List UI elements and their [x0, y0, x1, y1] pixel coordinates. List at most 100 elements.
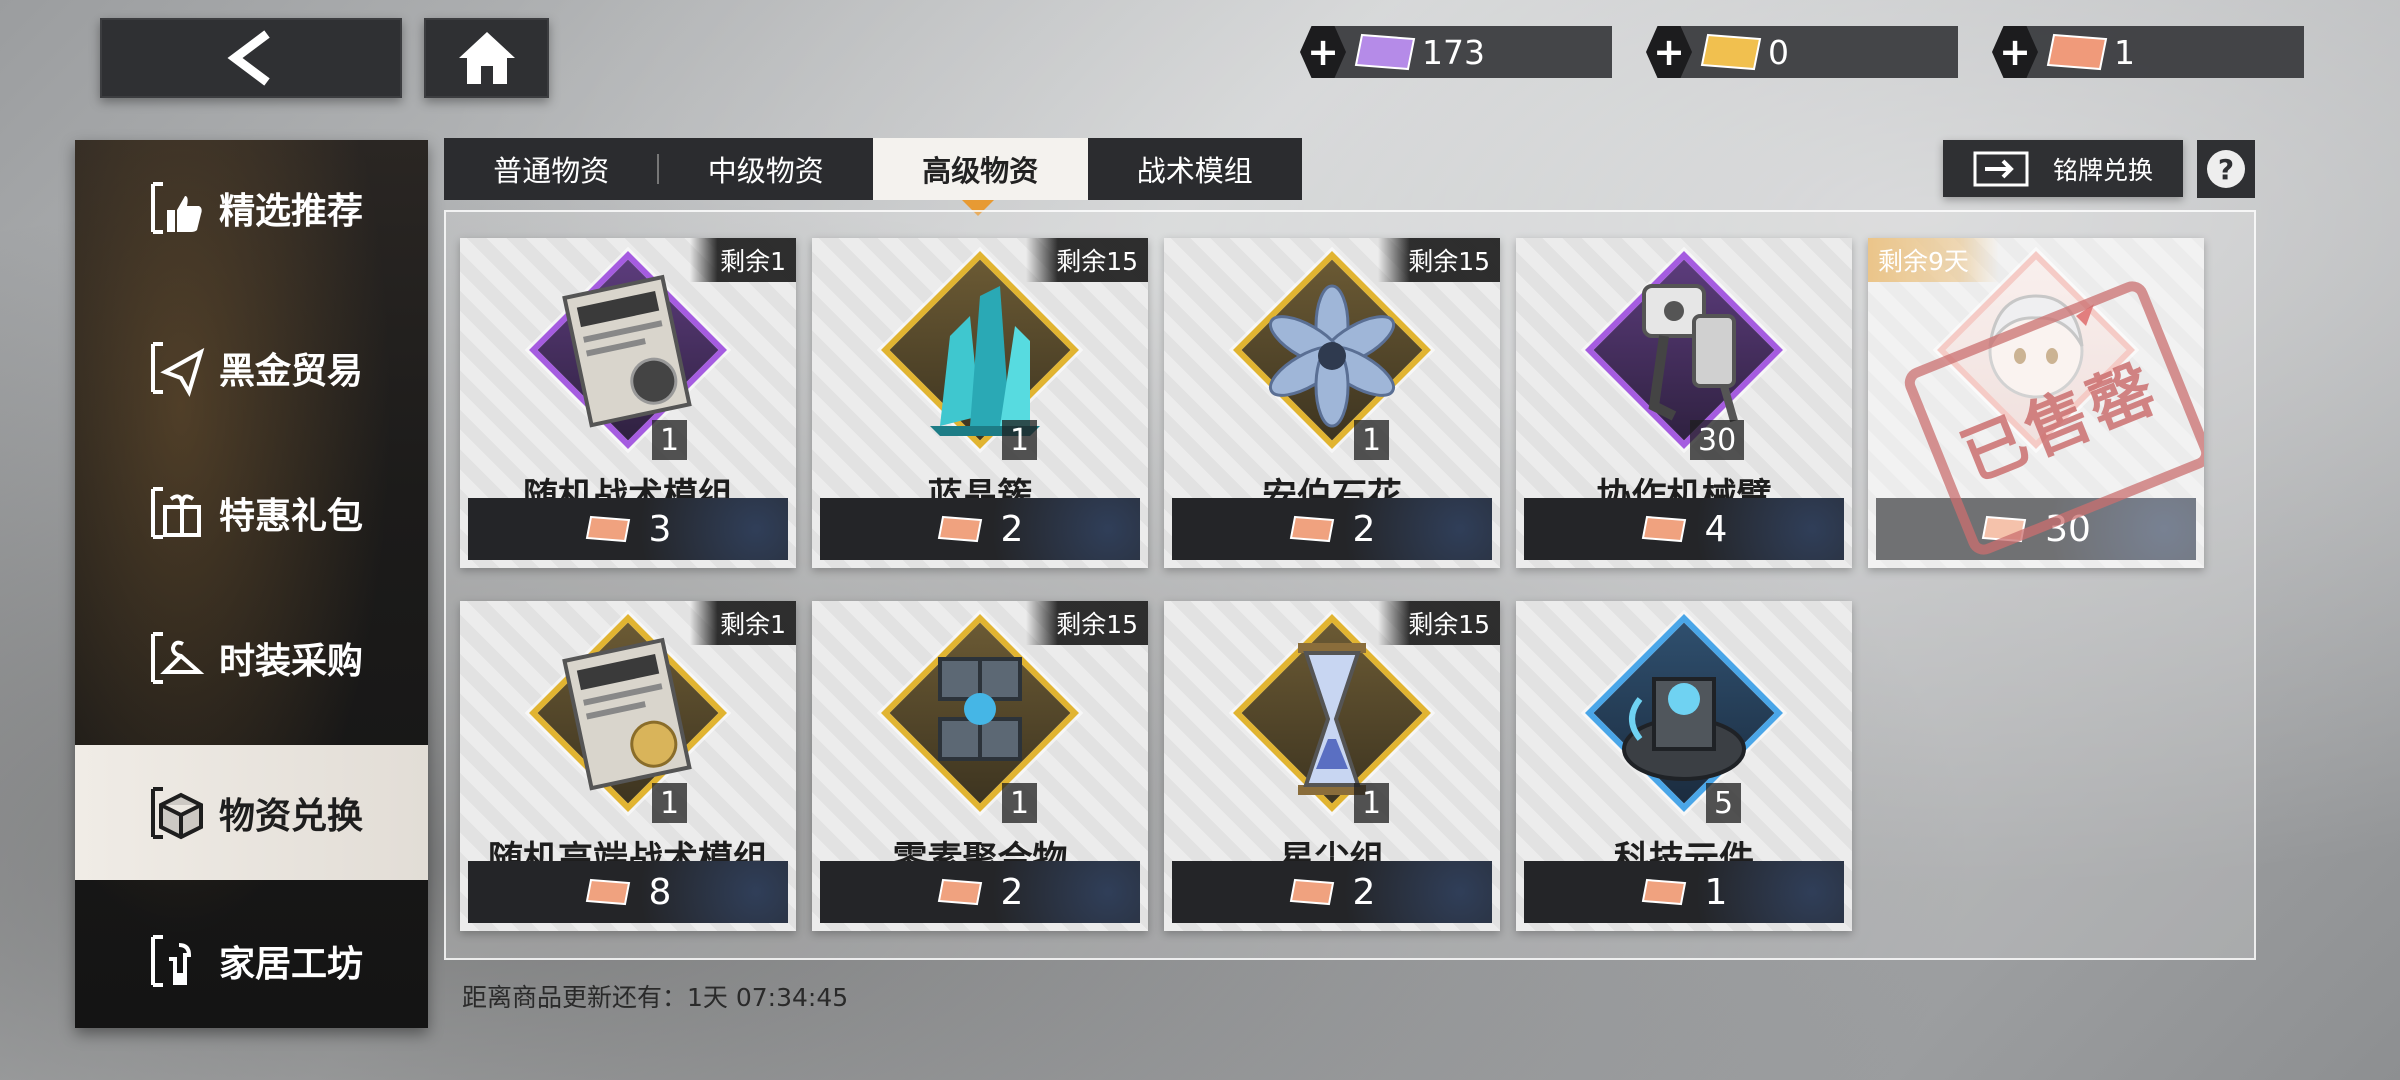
price-value: 2: [1352, 871, 1376, 913]
currency-red: + 1: [1992, 26, 2304, 78]
character-portrait-icon: [1988, 294, 2094, 399]
item-quantity: 1: [652, 783, 688, 823]
sidebar-item-fashion[interactable]: 时装采购: [75, 590, 428, 725]
add-currency-button[interactable]: +: [1646, 26, 1692, 78]
sidebar-item-supply-exchange[interactable]: 物资兑换: [75, 745, 428, 880]
price-value: 2: [1000, 508, 1024, 550]
price-tag: 8: [468, 861, 788, 923]
sidebar-item-home-workshop[interactable]: 家居工坊: [75, 893, 428, 1028]
tab-intermediate-supplies[interactable]: 中级物资: [659, 138, 874, 200]
red-ticket-icon: [937, 878, 982, 906]
shop-item-card-sold-out[interactable]: 剩余9天 30 已售罄: [1868, 238, 2204, 568]
shop-item-card[interactable]: 30 协作机械臂 4: [1516, 238, 1852, 568]
tactical-module-booklet-icon: [562, 274, 692, 428]
price-value: 8: [648, 871, 672, 913]
box-icon: [151, 786, 203, 839]
shop-item-card[interactable]: 剩余15 1 蓝晶簇 2: [812, 238, 1148, 568]
refresh-countdown: 距离商品更新还有：1天 07:34:45: [462, 983, 849, 1012]
shop-item-card[interactable]: 剩余15 1 星尘组 2: [1164, 601, 1500, 931]
tech-component-icon: [1622, 677, 1746, 781]
badge-exchange-button[interactable]: 铭牌兑换: [1943, 140, 2183, 197]
price-tag: 2: [1172, 861, 1492, 923]
sold-out-stamp: 已售罄: [1900, 276, 2204, 560]
tab-label: 战术模组: [1136, 154, 1253, 188]
gold-ticket-icon: [1700, 33, 1762, 71]
question-icon: ?: [2207, 150, 2245, 188]
price-tag: 2: [1172, 498, 1492, 560]
rarity-frame: [1937, 251, 2135, 449]
sidebar-item-label: 精选推荐: [219, 190, 364, 232]
price-value: 30: [2045, 508, 2091, 550]
shop-item-card[interactable]: 剩余1 1 随机高端战术模组 8: [460, 601, 796, 931]
sidebar-item-label: 家居工坊: [219, 943, 364, 985]
sidebar-item-label: 时装采购: [219, 640, 364, 682]
paper-plane-icon: [151, 341, 205, 397]
back-button[interactable]: [100, 18, 402, 98]
shop-item-card[interactable]: 5 科技元件 1: [1516, 601, 1852, 931]
price-value: 1: [1704, 871, 1728, 913]
sidebar-item-label: 黑金贸易: [219, 350, 364, 392]
shop-item-card[interactable]: 剩余15 1 安伯石花 2: [1164, 238, 1500, 568]
add-currency-button[interactable]: +: [1300, 26, 1346, 78]
price-value: 2: [1000, 871, 1024, 913]
shop-item-card[interactable]: 剩余15 1 零素聚合物 2: [812, 601, 1148, 931]
currency-value: 1: [2114, 32, 2135, 72]
price-value: 2: [1352, 508, 1376, 550]
tab-label: 普通物资: [493, 154, 610, 188]
add-currency-button[interactable]: +: [1992, 26, 2038, 78]
badge-exchange-label: 铭牌兑换: [2053, 155, 2154, 185]
back-arrow-icon: [227, 30, 270, 86]
purple-ticket-icon: [1354, 33, 1416, 71]
exchange-icon: [1973, 151, 2029, 186]
tab-tactical-modules[interactable]: 战术模组: [1088, 138, 1303, 200]
price-tag: 1: [1524, 861, 1844, 923]
home-button[interactable]: [424, 18, 549, 98]
blue-crystal-cluster-icon: [930, 286, 1040, 436]
robotic-arm-icon: [1642, 284, 1738, 423]
sidebar-item-special-packs[interactable]: 特惠礼包: [75, 445, 428, 580]
thumbs-up-icon: [151, 181, 202, 234]
sidebar: 精选推荐 黑金贸易 特惠礼包 时装采购 物资兑换 家居工坊: [75, 140, 428, 1028]
time-remaining: 剩余9天: [1868, 238, 1999, 282]
sidebar-item-label: 物资兑换: [219, 795, 364, 837]
sidebar-item-featured[interactable]: 精选推荐: [75, 140, 428, 275]
sidebar-item-black-gold-trade[interactable]: 黑金贸易: [75, 300, 428, 435]
currency-gold: + 0: [1646, 26, 1958, 78]
tab-label: 中级物资: [707, 154, 824, 188]
price-tag: 2: [820, 498, 1140, 560]
red-ticket-icon: [1981, 515, 2027, 543]
item-quantity: 1: [652, 420, 688, 460]
item-quantity: 30: [1690, 420, 1745, 460]
shop-item-card[interactable]: 剩余1 1 随机战术模组 3: [460, 238, 796, 568]
price-tag: 4: [1524, 498, 1844, 560]
tab-advanced-supplies[interactable]: 高级物资: [873, 138, 1088, 200]
price-tag: 2: [820, 861, 1140, 923]
red-ticket-icon: [585, 878, 630, 906]
tab-common-supplies[interactable]: 普通物资: [444, 138, 659, 200]
stone-flower-icon: [1268, 284, 1396, 428]
item-quantity: 5: [1706, 783, 1742, 823]
item-quantity: 1: [1002, 783, 1038, 823]
price-tag: 3: [468, 498, 788, 560]
price-value: 4: [1704, 508, 1728, 550]
price-tag: 30: [1876, 498, 2196, 560]
currency-value: 173: [1422, 32, 1485, 72]
currency-purple: + 173: [1300, 26, 1612, 78]
hourglass-icon: [1298, 643, 1366, 795]
red-ticket-icon: [1641, 878, 1686, 906]
red-ticket-icon: [1641, 515, 1686, 543]
help-button[interactable]: ?: [2197, 140, 2255, 198]
hanger-icon: [151, 631, 205, 684]
red-ticket-icon: [1289, 515, 1334, 543]
red-ticket-icon: [2046, 33, 2108, 71]
red-ticket-icon: [585, 515, 630, 543]
currency-value: 0: [1768, 32, 1789, 72]
red-ticket-icon: [1289, 878, 1334, 906]
category-tabs: 普通物资 中级物资 高级物资 战术模组: [444, 138, 1302, 200]
price-value: 3: [648, 508, 672, 550]
item-quantity: 1: [1354, 783, 1390, 823]
advanced-module-booklet-icon: [562, 637, 692, 791]
polymer-cube-icon: [938, 657, 1022, 761]
red-ticket-icon: [937, 515, 982, 543]
sidebar-item-label: 特惠礼包: [219, 495, 364, 537]
